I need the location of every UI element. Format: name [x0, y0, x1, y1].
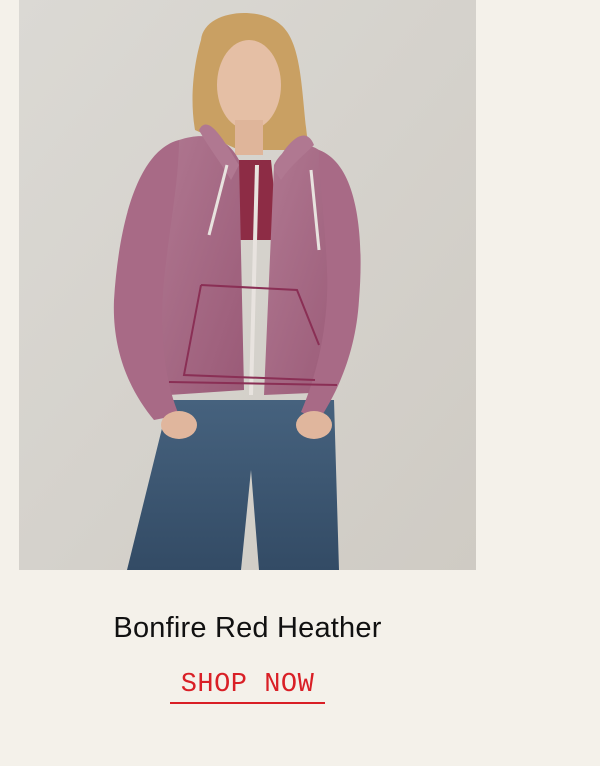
hoodie-model-illustration: [19, 0, 476, 570]
product-color-name: Bonfire Red Heather: [113, 612, 382, 644]
shop-now-button[interactable]: SHOP NOW: [170, 670, 325, 704]
product-photo[interactable]: [19, 0, 476, 570]
